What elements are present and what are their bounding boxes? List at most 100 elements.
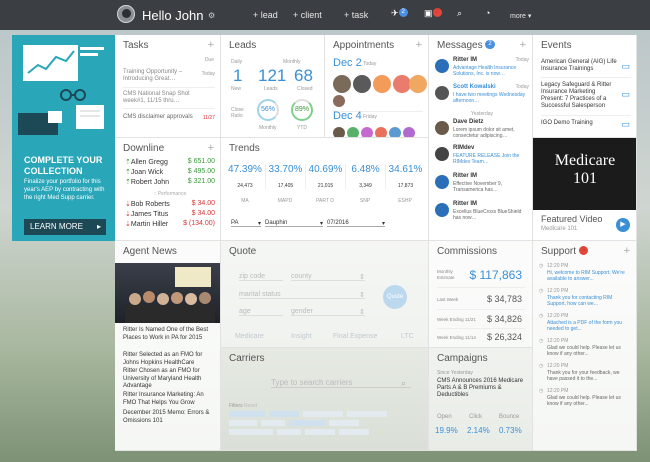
add-lead-link[interactable]: + lead [253, 10, 278, 20]
new-ticket-button[interactable]: + [624, 245, 630, 257]
attendee-avatar[interactable] [333, 75, 351, 93]
filter-chip[interactable] [303, 411, 343, 417]
trend-col[interactable]: 34.61% 17,873 [385, 164, 425, 189]
attendee-avatar[interactable] [347, 127, 359, 137]
filter-chip[interactable] [261, 420, 285, 426]
gender-select[interactable]: gender ⇕ [291, 308, 365, 316]
support-item[interactable]: ◷ 12:20 PM Hi, welcome to RIM Support, We'… [539, 263, 633, 288]
filter-chip[interactable] [229, 429, 273, 435]
message-item[interactable]: Scott Kowalski Today I have two meetings… [433, 84, 531, 111]
news-photo[interactable] [115, 263, 220, 323]
trend-col[interactable]: 40.69% 21,015 [305, 164, 345, 189]
attendee-avatar[interactable] [353, 75, 371, 93]
downline-row[interactable]: ⇣Bob Roberts $ 34.00 [125, 200, 215, 210]
event-item[interactable]: IGO Demo Training [541, 120, 617, 126]
attendee-avatar[interactable] [389, 127, 401, 137]
campaign-item[interactable]: CMS Announces 2016 Medicare Parts A & B … [437, 378, 527, 399]
marital-status-select[interactable]: marital status ⇕ [239, 291, 365, 299]
support-item[interactable]: ◷ 12:20 PM Glad we could help. Please let … [539, 338, 633, 363]
message-item[interactable]: Ritter IM Excellus BlueCross BlueShield … [433, 201, 531, 227]
message-item[interactable]: Dave Dietz Lorem ipsum dolor sit amet, c… [433, 119, 531, 145]
news-item[interactable]: Ritter Chosen as an FMO for University o… [123, 368, 215, 392]
zip-code-input[interactable]: zip code [239, 273, 283, 281]
filter-chip[interactable] [229, 420, 257, 426]
message-item[interactable]: Ritter IM Today Advantage Health Insuran… [433, 57, 531, 84]
downline-row[interactable]: ⇡Allen Gregg $ 651.00 [125, 158, 215, 168]
add-task-link[interactable]: + task [344, 10, 368, 20]
filter-chip[interactable] [277, 429, 301, 435]
task-item[interactable]: CMS disclaimer approvals [123, 114, 198, 120]
news-item[interactable]: Ritter Insurance Marketing: An FMO That … [123, 392, 215, 410]
ritter-logo-icon [435, 59, 449, 73]
downline-row[interactable]: ⇡Robert John $ 321.00 [125, 178, 215, 188]
filter-chip[interactable] [229, 411, 265, 417]
county-input[interactable]: county ⇕ [291, 273, 365, 281]
compose-message-button[interactable]: + [520, 39, 526, 51]
news-item[interactable]: Ritter Selected as an FMO for Johns Hopk… [123, 352, 215, 368]
commission-label: Last Week [437, 297, 459, 302]
filter-chip[interactable] [289, 420, 325, 426]
task-item[interactable]: Training Opportunity – Introducing Great… [123, 69, 198, 83]
support-time: 12:20 PM [547, 338, 569, 344]
trend-value: 3,349 [359, 183, 372, 189]
dashboard-icon[interactable]: ◔ [485, 8, 490, 18]
quote-button[interactable]: Quote [383, 285, 407, 309]
video-thumbnail[interactable]: Medicare 101 [533, 138, 636, 210]
add-task-button[interactable]: + [208, 39, 214, 51]
news-item[interactable]: December 2015 Memo: Errors & Omissions 1… [123, 410, 215, 426]
trend-col[interactable]: 6.48% 3,349 [345, 164, 385, 189]
attendee-avatar[interactable] [361, 127, 373, 137]
county-select[interactable]: Dauphin ▾ [265, 220, 323, 227]
tab-medicare[interactable]: Medicare [235, 333, 264, 340]
more-menu[interactable]: more ▾ [510, 12, 531, 20]
tab-insight[interactable]: Insight [291, 333, 312, 340]
event-item[interactable]: Legacy Safeguard & Ritter Insurance Mark… [541, 82, 617, 110]
support-item[interactable]: ◷ 12:20 PM Glad we could help. Please let … [539, 388, 633, 413]
age-input[interactable]: age [239, 308, 283, 316]
tab-ltc[interactable]: LTC [401, 333, 414, 340]
message-item[interactable]: RIMdev FEATURE RELEASE Join the RIMdev T… [433, 145, 531, 173]
state-select[interactable]: PA ▾ [231, 220, 261, 227]
downline-row[interactable]: ⇣James Titus $ 34.00 [125, 210, 215, 220]
attendee-avatar[interactable] [403, 127, 415, 137]
message-item[interactable]: Ritter IM Effective November 9, Transame… [433, 173, 531, 201]
search-icon[interactable]: ⌕ [457, 8, 462, 19]
month-select[interactable]: 07/2016 ▾ [327, 220, 385, 227]
messages-count-badge: 2 [485, 40, 495, 49]
filter-chip[interactable] [347, 411, 387, 417]
carrier-search-input[interactable]: Type to search carriers [271, 378, 411, 388]
filter-chip[interactable] [339, 429, 369, 435]
add-downline-button[interactable]: + [208, 142, 214, 154]
support-item[interactable]: ◷ 12:20 PM Thank you for your feedback, we… [539, 363, 633, 388]
filter-chip[interactable] [329, 420, 359, 426]
reset-filters-link[interactable]: Reset [244, 403, 257, 409]
avatar[interactable] [117, 5, 135, 23]
attendee-avatar[interactable] [333, 95, 345, 107]
messages-icon[interactable]: ✈ 2 [391, 8, 408, 19]
learn-more-button[interactable]: LEARN MORE ▸ [24, 219, 106, 235]
gear-icon[interactable]: ⚙ [208, 11, 215, 20]
search-icon[interactable]: ⌕ [401, 378, 406, 389]
support-item[interactable]: ◷ 12:20 PM Attached is a PDF of the form y… [539, 313, 633, 338]
news-item[interactable]: Ritter Is Named One of the Best Places t… [123, 327, 215, 352]
attendee-avatar[interactable] [375, 127, 387, 137]
tab-final-expense[interactable]: Final Expense [333, 333, 377, 340]
downline-row[interactable]: ⇣Martin Hiller $ (134.00) [125, 220, 215, 230]
add-client-link[interactable]: + client [293, 10, 322, 20]
event-item[interactable]: American General (AIG) Life Insurance Tr… [541, 59, 617, 73]
filters-text: Filters [229, 403, 243, 409]
tickets-icon[interactable]: ▣ 2 [424, 8, 442, 19]
agent-news-title: Agent News [123, 246, 177, 257]
filter-chip[interactable] [269, 411, 299, 417]
filter-chip[interactable] [305, 429, 335, 435]
trend-col[interactable]: 47.39% 24,473 [225, 164, 265, 189]
support-item[interactable]: ◷ 12:20 PM Thank you for contacting RIM Su… [539, 288, 633, 313]
trend-col[interactable]: 33.70% 17,405 [265, 164, 305, 189]
attendee-avatar[interactable] [373, 75, 391, 93]
play-icon[interactable]: ▶ [616, 218, 630, 232]
attendee-avatar[interactable] [409, 75, 427, 93]
task-item[interactable]: CMS National Snap Shot week#1, 11/15 thr… [123, 91, 209, 105]
downline-row[interactable]: ⇡Joan Wick $ 495.00 [125, 168, 215, 178]
add-appointment-button[interactable]: + [416, 39, 422, 51]
attendee-avatar[interactable] [333, 127, 345, 137]
